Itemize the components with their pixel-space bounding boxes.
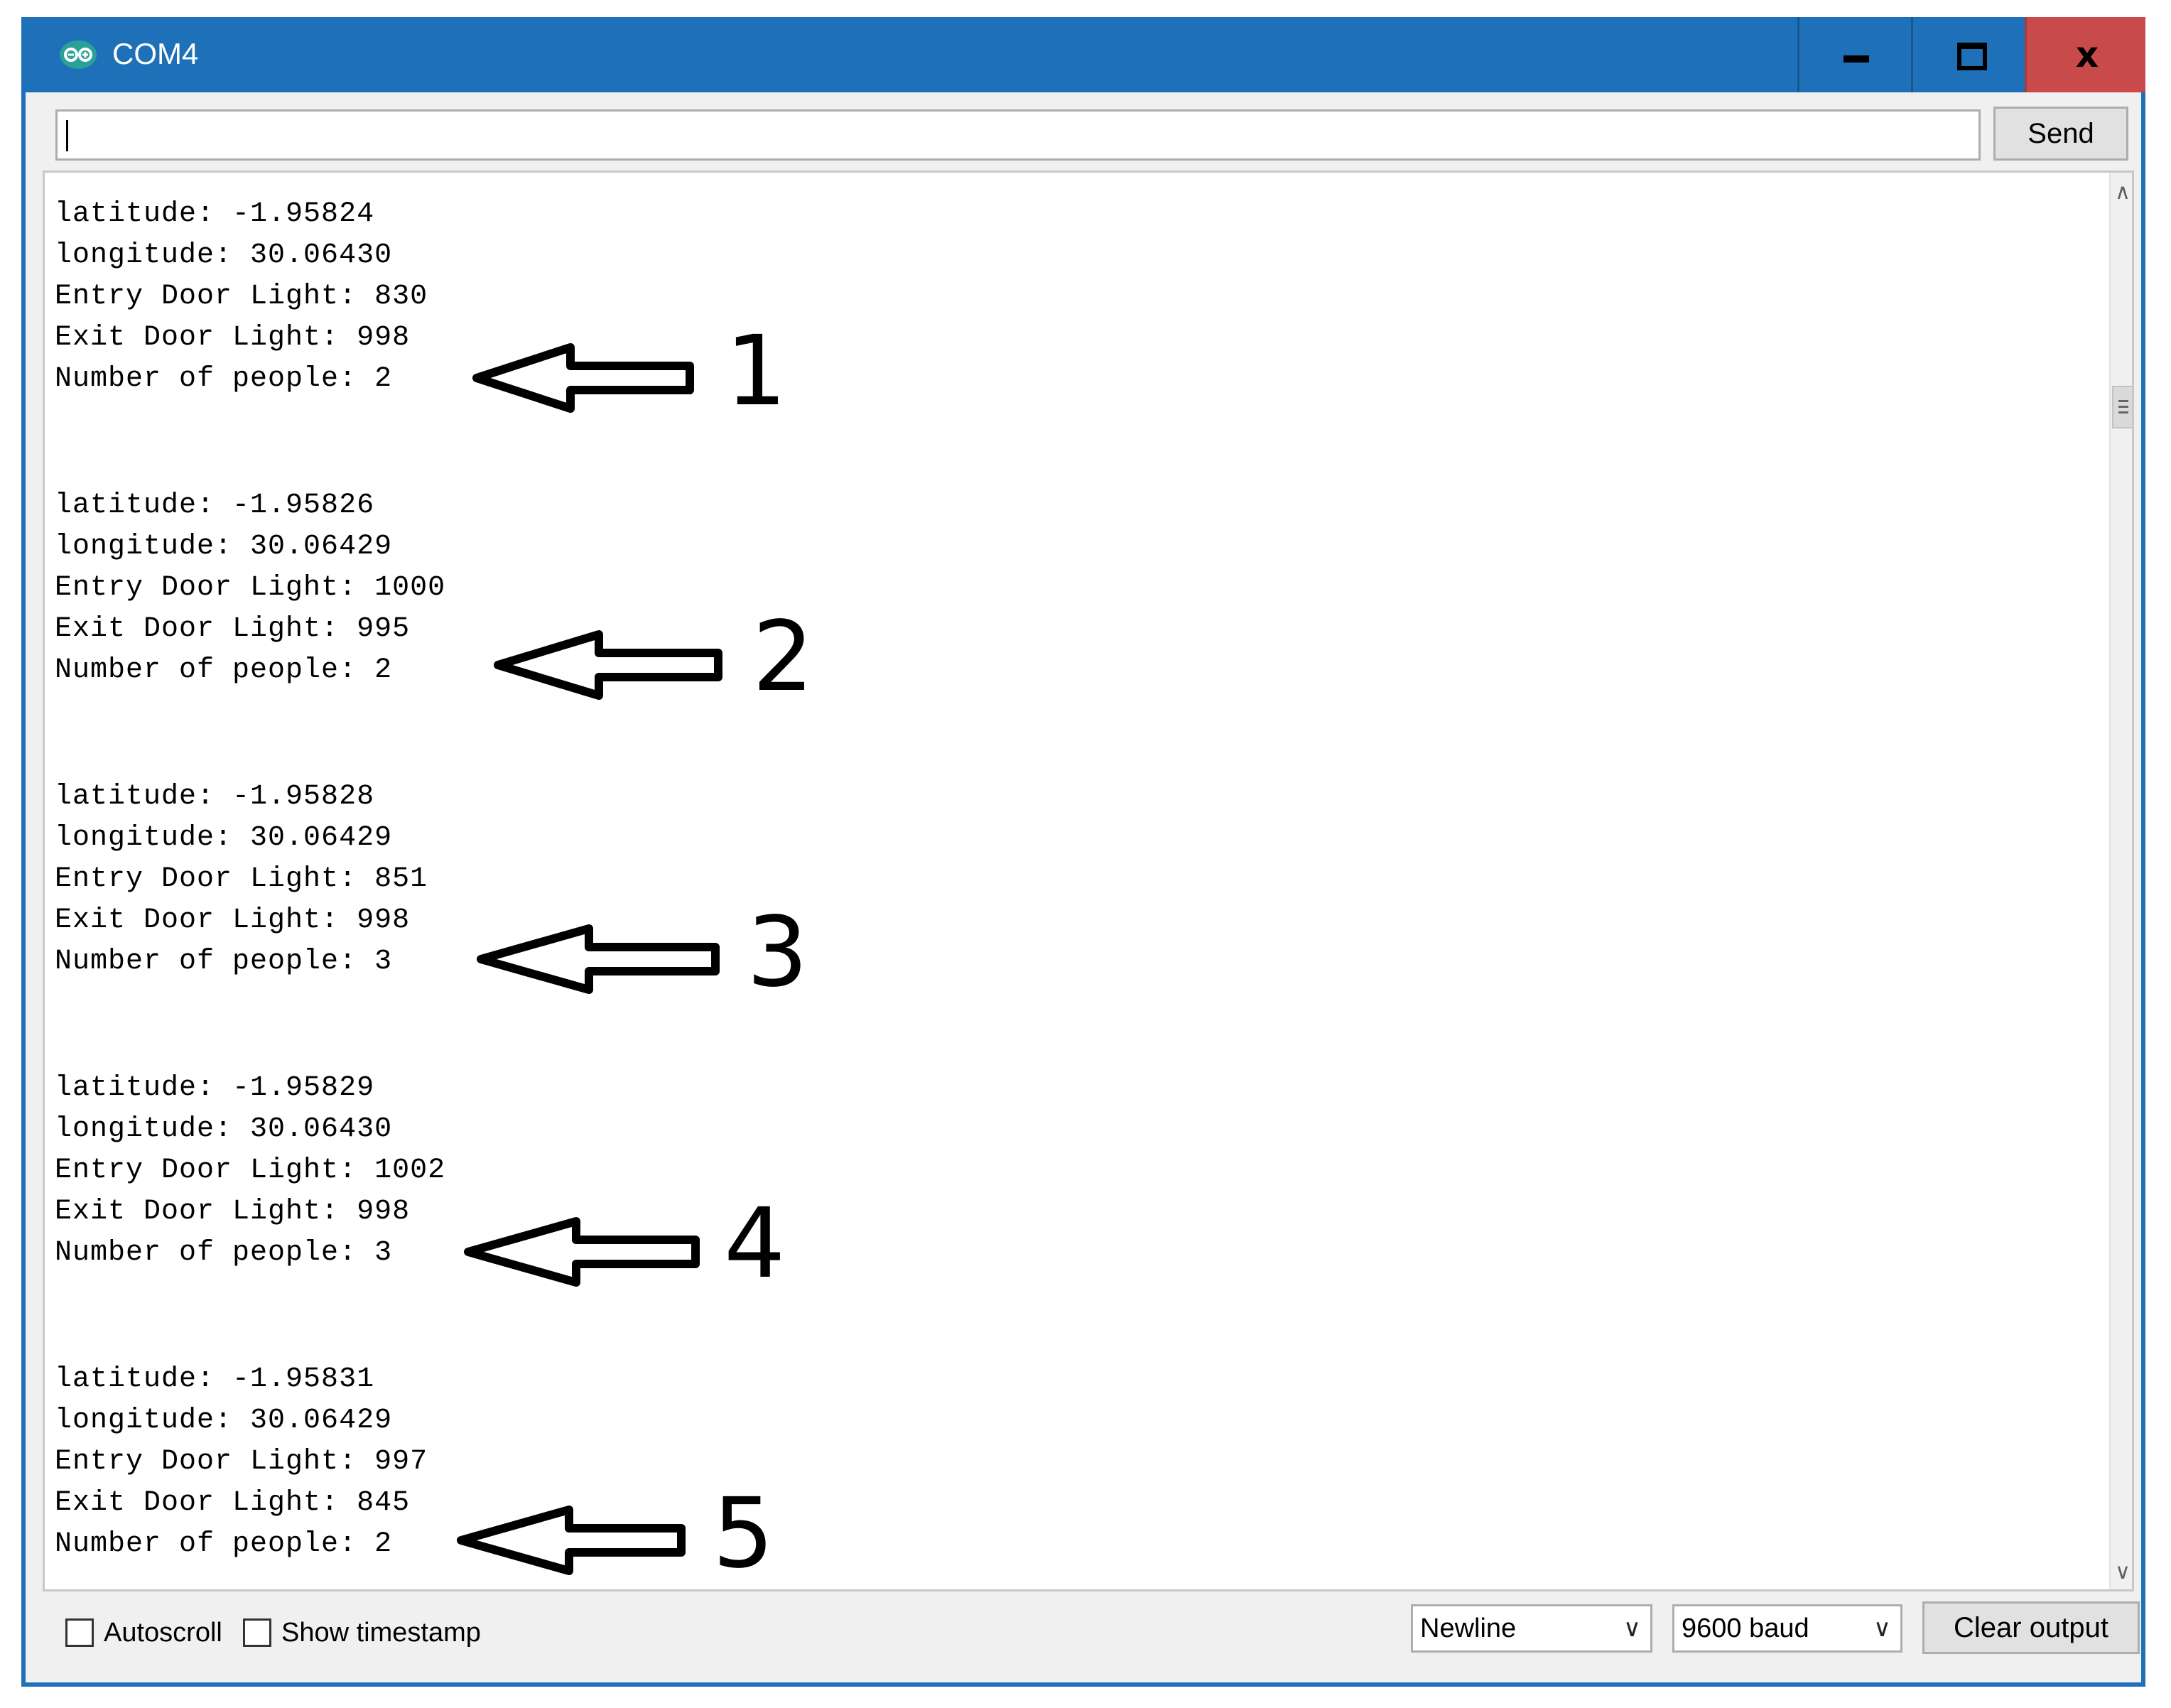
latitude-line: latitude: -1.95831: [55, 1363, 375, 1395]
window-title: COM4: [112, 37, 199, 70]
people-count-line: Number of people: 2: [55, 654, 393, 686]
longitude-line: longitude: 30.06429: [55, 531, 393, 563]
longitude-line: longitude: 30.06429: [55, 822, 393, 854]
minimize-button[interactable]: [1797, 17, 1911, 92]
maximize-button[interactable]: [1911, 17, 2025, 92]
annotation-number: 3: [747, 897, 808, 1009]
exit-light-line: Exit Door Light: 995: [55, 613, 411, 645]
exit-light-line: Exit Door Light: 845: [55, 1487, 411, 1519]
longitude-line: longitude: 30.06429: [55, 1405, 393, 1437]
annotation-number: 2: [752, 601, 814, 713]
entry-light-line: Entry Door Light: 997: [55, 1446, 428, 1478]
latitude-line: latitude: -1.95829: [55, 1072, 375, 1104]
arrow-annotation-icon: [457, 1506, 686, 1575]
title-bar[interactable]: COM4 x: [21, 17, 2145, 92]
grip-line: [2118, 400, 2128, 402]
annotation-number: 5: [713, 1478, 774, 1590]
line-ending-value: Newline: [1420, 1614, 1517, 1643]
exit-light-line: Exit Door Light: 998: [55, 1196, 411, 1228]
serial-monitor-body: Send latitude: -1.95824 longitude: 30.06…: [26, 92, 2141, 1682]
longitude-line: longitude: 30.06430: [55, 239, 393, 271]
log-entry: latitude: -1.95831 longitude: 30.06429 E…: [55, 1359, 428, 1565]
chevron-down-icon: ∨: [1873, 1614, 1891, 1643]
show-timestamp-label: Show timestamp: [281, 1618, 481, 1648]
exit-light-line: Exit Door Light: 998: [55, 904, 411, 936]
text-caret: [66, 120, 68, 151]
clear-output-button[interactable]: Clear output: [1922, 1601, 2140, 1654]
arduino-logo-icon: [60, 40, 97, 69]
vertical-scrollbar[interactable]: ∧ ∨: [2109, 173, 2132, 1589]
baud-rate-select[interactable]: 9600 baud ∨: [1672, 1604, 1902, 1653]
send-input[interactable]: [55, 109, 1981, 161]
log-entry: latitude: -1.95828 longitude: 30.06429 E…: [55, 777, 428, 983]
longitude-line: longitude: 30.06430: [55, 1113, 393, 1145]
close-icon: x: [2075, 34, 2099, 75]
send-button[interactable]: Send: [1993, 107, 2128, 161]
arrow-annotation-icon: [472, 343, 694, 413]
line-ending-select[interactable]: Newline ∨: [1411, 1604, 1652, 1653]
people-count-line: Number of people: 3: [55, 1237, 393, 1269]
arrow-annotation-icon: [477, 924, 720, 994]
entry-light-line: Entry Door Light: 851: [55, 863, 428, 895]
autoscroll-label: Autoscroll: [104, 1618, 222, 1648]
minimize-icon: [1844, 55, 1869, 63]
people-count-line: Number of people: 2: [55, 1528, 393, 1560]
scroll-up-icon[interactable]: ∧: [2111, 178, 2132, 207]
entry-light-line: Entry Door Light: 1000: [55, 572, 446, 604]
log-entry: latitude: -1.95824 longitude: 30.06430 E…: [55, 194, 428, 400]
entry-light-line: Entry Door Light: 1002: [55, 1155, 446, 1187]
maximize-icon: [1957, 43, 1987, 70]
latitude-line: latitude: -1.95826: [55, 490, 375, 521]
close-button[interactable]: x: [2025, 17, 2145, 92]
entry-light-line: Entry Door Light: 830: [55, 281, 428, 313]
arrow-annotation-icon: [494, 630, 722, 700]
exit-light-line: Exit Door Light: 998: [55, 322, 411, 354]
scrollbar-thumb[interactable]: [2112, 386, 2132, 428]
serial-monitor-window: COM4 x Send latitude: -1.95824 longitude…: [21, 17, 2145, 1687]
annotation-number: 4: [724, 1188, 786, 1300]
people-count-line: Number of people: 2: [55, 363, 393, 395]
log-entry: latitude: -1.95829 longitude: 30.06430 E…: [55, 1068, 445, 1274]
autoscroll-checkbox[interactable]: [65, 1618, 94, 1647]
latitude-line: latitude: -1.95824: [55, 198, 375, 230]
serial-output[interactable]: latitude: -1.95824 longitude: 30.06430 E…: [43, 171, 2134, 1591]
chevron-down-icon: ∨: [1623, 1614, 1641, 1643]
scroll-down-icon[interactable]: ∨: [2111, 1558, 2132, 1587]
latitude-line: latitude: -1.95828: [55, 781, 375, 813]
people-count-line: Number of people: 3: [55, 946, 393, 978]
grip-line: [2118, 406, 2128, 408]
show-timestamp-checkbox[interactable]: [243, 1618, 271, 1647]
grip-line: [2118, 411, 2128, 414]
annotation-number: 1: [725, 315, 787, 428]
arrow-annotation-icon: [464, 1217, 700, 1287]
baud-rate-value: 9600 baud: [1682, 1614, 1809, 1643]
log-entry: latitude: -1.95826 longitude: 30.06429 E…: [55, 485, 445, 691]
